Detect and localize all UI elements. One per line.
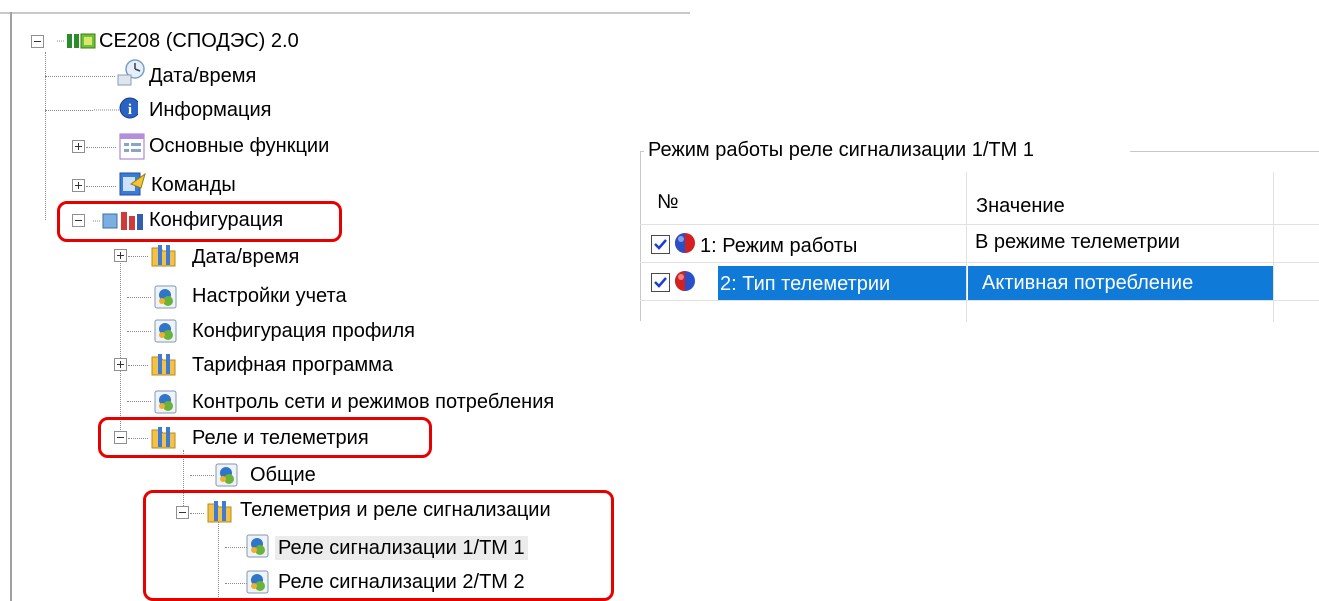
properties-group-title: Режим работы реле сигнализации 1/ТМ 1 xyxy=(648,138,1038,162)
settings-folder-icon xyxy=(150,352,178,383)
settings-folder-icon xyxy=(150,243,178,274)
column-header-value[interactable]: Значение xyxy=(976,194,1065,218)
property-value[interactable]: Активная потребление xyxy=(982,271,1193,295)
function-list-icon xyxy=(119,133,145,166)
device-tree: CE208 (СПОДЭС) 2.0 Дата/время i Информац… xyxy=(0,0,690,601)
tree-label-general: Общие xyxy=(250,464,316,486)
tree-label-commands: Команды xyxy=(151,174,236,196)
property-value[interactable]: В режиме телеметрии xyxy=(975,230,1180,254)
tree-label-network-control: Контроль сети и режимов потребления xyxy=(192,391,555,413)
settings-leaf-icon xyxy=(215,462,239,493)
collapse-icon[interactable] xyxy=(31,35,44,48)
expand-icon[interactable] xyxy=(114,249,127,262)
tree-top-border xyxy=(0,12,690,14)
tree-left-border xyxy=(10,12,12,601)
tree-label-datetime: Дата/время xyxy=(149,65,257,87)
tree-label-tariff-program: Тарифная программа xyxy=(192,354,393,376)
info-icon: i xyxy=(94,94,141,127)
tree-label-profile-config: Конфигурация профиля xyxy=(192,320,415,342)
property-name: 1: Режим работы xyxy=(700,235,858,257)
expand-icon[interactable] xyxy=(72,140,85,153)
expand-icon[interactable] xyxy=(72,179,85,192)
highlight-box-configuration xyxy=(57,201,342,242)
property-name: 2: Тип телеметрии xyxy=(720,273,891,295)
highlight-box-telemetry-group xyxy=(143,490,614,601)
settings-leaf-icon xyxy=(154,318,178,349)
settings-leaf-icon xyxy=(154,389,178,420)
highlight-box-relay-telemetry xyxy=(98,417,432,458)
row-checkbox[interactable] xyxy=(651,273,670,292)
tree-label-accounting-settings: Настройки учета xyxy=(192,285,347,307)
tree-label-main-functions: Основные функции xyxy=(149,135,330,157)
svg-text:i: i xyxy=(128,102,132,118)
device-icon xyxy=(57,30,97,57)
column-header-number[interactable]: № xyxy=(657,190,678,214)
commands-icon xyxy=(119,170,147,203)
tree-label-root: CE208 (СПОДЭС) 2.0 xyxy=(99,30,299,52)
properties-panel: Режим работы реле сигнализации 1/ТМ 1 № … xyxy=(640,126,1319,326)
tree-label-info: Информация xyxy=(149,99,272,121)
status-indicator-icon xyxy=(674,270,696,297)
row-checkbox[interactable] xyxy=(651,235,670,254)
clock-icon xyxy=(117,58,147,91)
tree-label-config-datetime: Дата/время xyxy=(192,246,300,268)
expand-icon[interactable] xyxy=(114,358,127,371)
settings-leaf-icon xyxy=(154,284,178,315)
status-indicator-icon xyxy=(674,232,696,259)
